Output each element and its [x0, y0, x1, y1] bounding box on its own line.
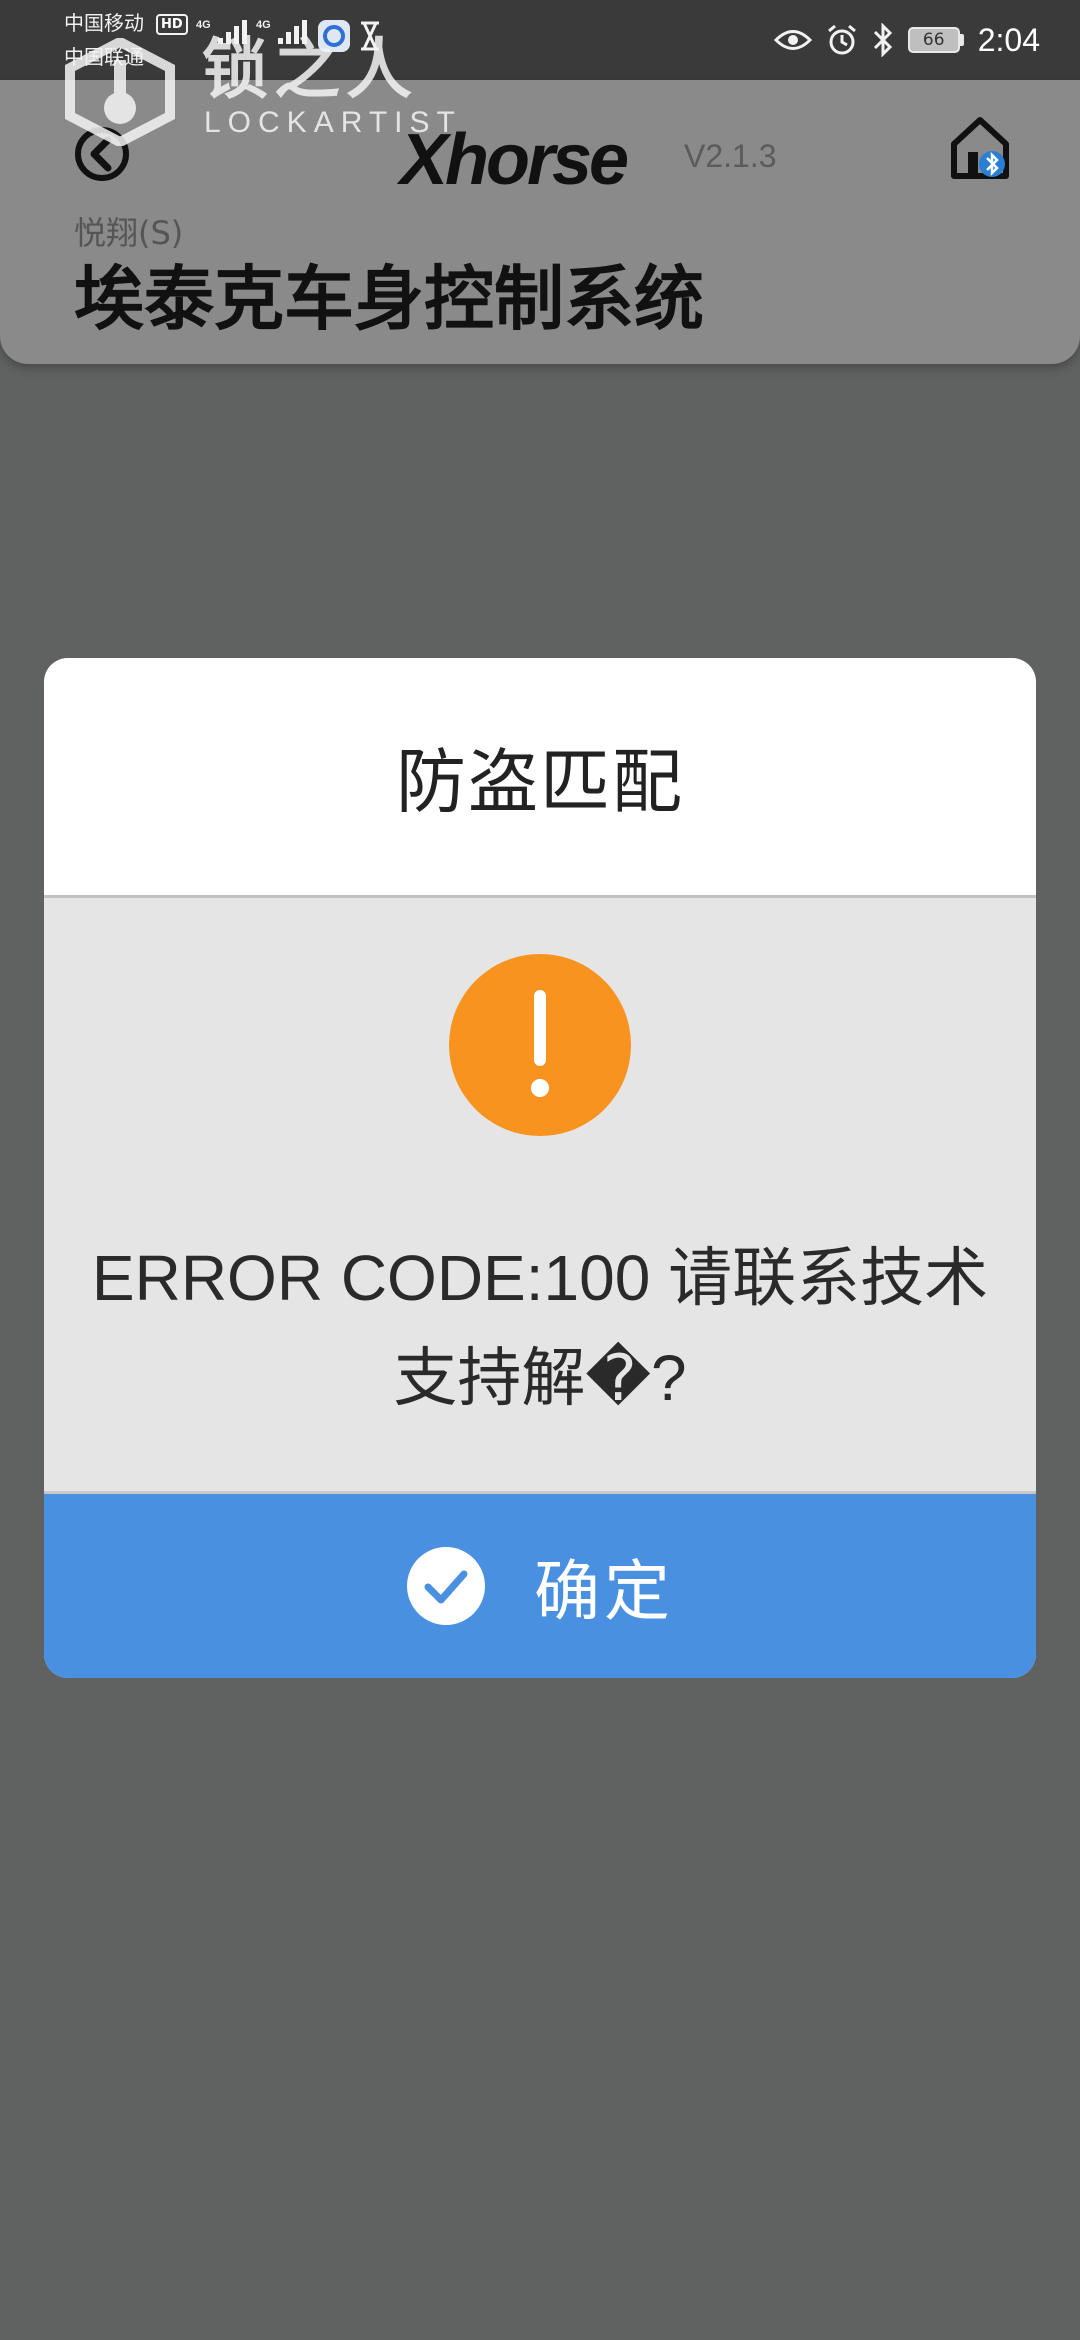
watermark-logo-icon: [65, 38, 175, 146]
vehicle-model: 悦翔(S): [74, 214, 184, 252]
confirm-button-label: 确定: [534, 1553, 674, 1630]
carrier-label-1: 中国移动: [64, 11, 144, 35]
alarm-icon: [827, 24, 856, 55]
battery-icon: 66: [907, 27, 964, 53]
system-title: 埃泰克车身控制系统: [74, 258, 704, 340]
battery-level: 66: [907, 27, 960, 53]
dialog-header: 防盗匹配: [44, 658, 1036, 898]
app-version: V2.1.3: [684, 138, 777, 174]
error-message: ERROR CODE:100 请联系技术支持解�?: [91, 1242, 989, 1414]
watermark-name-en: LOCKARTIST: [204, 106, 462, 139]
bluetooth-icon: [873, 23, 892, 57]
error-dialog: 防盗匹配 ERROR CODE:100 请联系技术支持解�? 确定: [44, 658, 1036, 1678]
check-circle-icon: [407, 1547, 485, 1625]
app-screen: 中国移动 中国联通 HD 4G 4G 66 2:04 Xhorse V2.1.3…: [0, 0, 1080, 2340]
home-bluetooth-icon[interactable]: [948, 112, 1012, 182]
status-icons: 66 2:04: [773, 16, 1040, 64]
clock: 2:04: [977, 21, 1040, 58]
watermark: 锁之人 LOCKARTIST: [58, 32, 478, 152]
confirm-button[interactable]: 确定: [44, 1494, 1036, 1678]
network-type-label-2: 4G: [256, 19, 271, 31]
dialog-title: 防盗匹配: [396, 741, 684, 823]
network-type-label: 4G: [196, 19, 211, 31]
eye-icon: [773, 30, 812, 50]
watermark-name-cn: 锁之人: [202, 31, 418, 108]
dialog-body: ERROR CODE:100 请联系技术支持解�?: [44, 898, 1036, 1494]
warning-icon: [449, 954, 631, 1136]
